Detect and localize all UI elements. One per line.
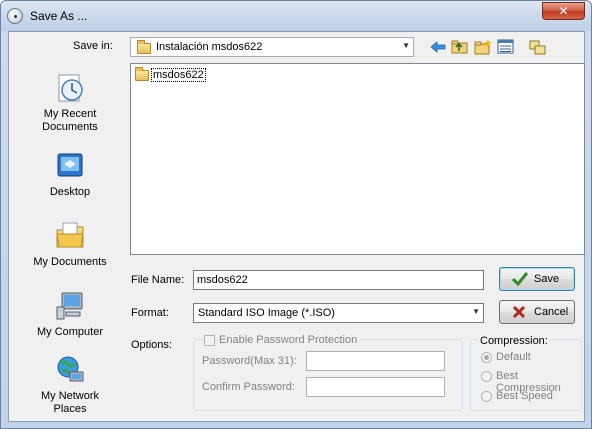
place-label-line2: Documents — [42, 121, 98, 133]
preview-icon[interactable] — [529, 40, 547, 56]
radio-default[interactable] — [481, 352, 492, 363]
save-in-label: Save in: — [73, 40, 113, 52]
save-button-label: Save — [534, 273, 560, 285]
place-my-documents[interactable]: My Documents — [29, 220, 111, 269]
save-as-dialog: Save As ... ✕ Save in: Instalación msdos… — [0, 0, 592, 429]
place-label: My Network — [40, 390, 100, 402]
cancel-x-icon — [512, 305, 526, 319]
back-arrow-icon[interactable] — [429, 39, 447, 55]
format-label: Format: — [131, 307, 169, 319]
file-name-input[interactable]: msdos622 — [193, 270, 484, 290]
format-value: Standard ISO Image (*.ISO) — [198, 307, 335, 319]
password-group — [193, 339, 463, 411]
dialog-body: Save in: Instalación msdos622 ▼ My Recen… — [8, 31, 585, 422]
format-select[interactable]: Standard ISO Image (*.ISO) ▼ — [193, 303, 484, 323]
network-places-icon — [57, 356, 84, 382]
folder-icon — [137, 40, 151, 54]
confirm-password-label: Confirm Password: — [202, 381, 295, 393]
radio-default-label: Default — [496, 351, 531, 363]
save-in-combo[interactable]: Instalación msdos622 ▼ — [130, 37, 414, 57]
folder-icon — [135, 67, 149, 81]
app-disc-icon — [7, 8, 23, 24]
file-name: msdos622 — [151, 68, 206, 82]
up-folder-icon[interactable] — [451, 39, 469, 55]
place-label-line2: Places — [53, 403, 87, 415]
place-desktop[interactable]: Desktop — [29, 150, 111, 199]
place-my-computer[interactable]: My Computer — [29, 290, 111, 339]
desktop-icon — [57, 153, 83, 177]
options-label: Options: — [131, 339, 172, 351]
cancel-button[interactable]: Cancel — [499, 300, 575, 324]
password-label: Password(Max 31): — [202, 355, 297, 367]
close-button[interactable]: ✕ — [542, 2, 585, 20]
enable-password-checkbox[interactable] — [204, 335, 215, 346]
place-label: My Computer — [36, 326, 104, 338]
cancel-button-label: Cancel — [534, 306, 569, 318]
save-in-value: Instalación msdos622 — [156, 41, 263, 53]
place-label: Desktop — [49, 186, 91, 198]
radio-best-speed[interactable] — [481, 391, 492, 402]
file-list[interactable]: msdos622 — [130, 63, 585, 255]
place-label: My Recent — [43, 108, 97, 120]
recent-documents-icon — [58, 74, 83, 102]
my-documents-icon — [56, 222, 84, 248]
radio-best-speed-label: Best Speed — [496, 390, 553, 402]
save-button[interactable]: Save — [499, 267, 575, 291]
checkmark-icon — [512, 272, 528, 286]
radio-best-compression[interactable] — [481, 371, 492, 382]
window-title: Save As ... — [30, 9, 88, 23]
file-name-label: File Name: — [131, 274, 185, 286]
place-my-network-places[interactable]: My Network Places — [29, 354, 111, 416]
my-computer-icon — [56, 292, 83, 320]
title-bar[interactable]: Save As ... ✕ — [1, 1, 591, 31]
view-menu-icon[interactable] — [497, 39, 515, 55]
password-input[interactable] — [306, 351, 445, 371]
compression-label: Compression: — [478, 335, 550, 347]
place-label: My Documents — [33, 256, 107, 268]
new-folder-icon[interactable] — [474, 39, 492, 55]
chevron-down-icon: ▼ — [402, 41, 410, 50]
place-my-recent-documents[interactable]: My Recent Documents — [29, 72, 111, 134]
chevron-down-icon: ▼ — [472, 307, 480, 316]
confirm-password-input[interactable] — [306, 377, 445, 397]
enable-password-label: Enable Password Protection — [219, 334, 361, 346]
